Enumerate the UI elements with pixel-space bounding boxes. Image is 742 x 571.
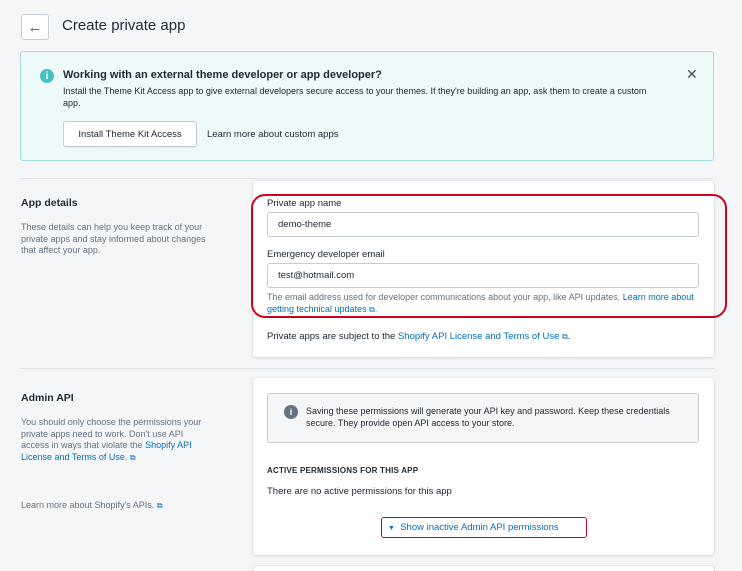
active-permissions-heading: ACTIVE PERMISSIONS FOR THIS APP (267, 466, 419, 475)
learn-apis-link[interactable]: Learn more about Shopify's APIs. (21, 500, 154, 510)
arrow-left-icon: ← (27, 18, 43, 36)
admin-api-description: You should only choose the permissions y… (21, 417, 206, 463)
info-banner: i Working with an external theme develop… (20, 51, 714, 161)
caret-down-icon: ▼ (388, 525, 395, 532)
terms-prefix: Private apps are subject to the (267, 331, 398, 342)
admin-api-title: Admin API (21, 392, 74, 404)
external-link-icon: ⧉ (156, 501, 163, 510)
learn-custom-apps-link[interactable]: Learn more about custom apps (207, 129, 339, 140)
show-inactive-label: Show inactive Admin API permissions (400, 522, 559, 533)
divider (20, 368, 714, 369)
highlight-outline (251, 194, 727, 318)
next-card (253, 566, 714, 571)
api-terms-link[interactable]: Shopify API License and Terms of Use (398, 331, 559, 342)
admin-api-description-suffix: . (124, 451, 128, 462)
close-icon[interactable]: ✕ (686, 66, 698, 83)
show-inactive-permissions-link[interactable]: ▼ Show inactive Admin API permissions (388, 522, 559, 533)
info-icon: i (40, 69, 54, 83)
banner-body: Install the Theme Kit Access app to give… (63, 86, 647, 108)
external-link-icon: ⧉ (129, 452, 136, 462)
banner-title: Working with an external theme developer… (63, 69, 382, 81)
app-details-description: These details can help you keep track of… (21, 222, 206, 255)
back-button[interactable]: ← (21, 14, 49, 40)
app-details-title: App details (21, 197, 78, 209)
learn-apis-row: Learn more about Shopify's APIs. ⧉ (21, 500, 211, 512)
page-title: Create private app (62, 17, 186, 34)
api-key-callout: i Saving these permissions will generate… (267, 393, 699, 443)
divider (20, 178, 714, 179)
terms-suffix: . (567, 331, 571, 342)
install-theme-kit-button[interactable]: Install Theme Kit Access (63, 121, 197, 147)
info-icon: i (284, 405, 298, 419)
callout-text: Saving these permissions will generate y… (306, 406, 670, 428)
no-permissions-text: There are no active permissions for this… (267, 486, 452, 497)
terms-notice: Private apps are subject to the Shopify … (267, 331, 570, 343)
